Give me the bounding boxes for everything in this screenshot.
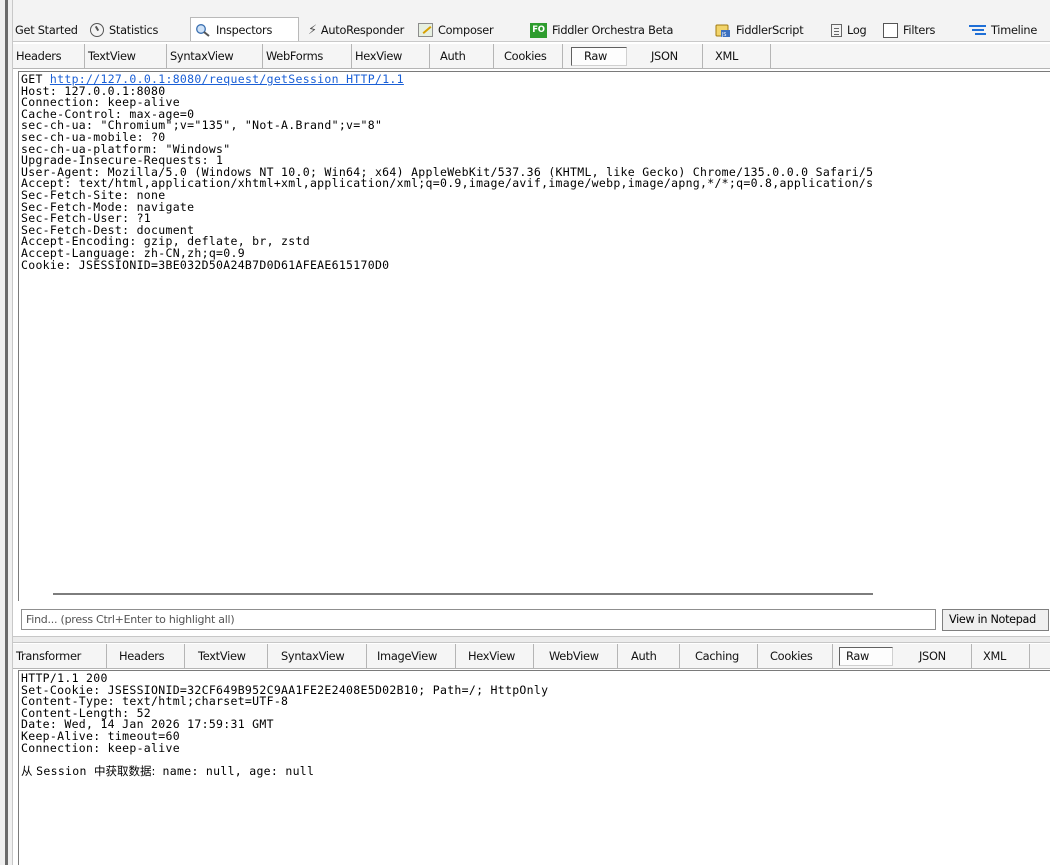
script-js-icon: JS xyxy=(715,24,730,38)
response-tab-caching[interactable]: Caching xyxy=(680,644,758,668)
tab-label: Fiddler Orchestra Beta xyxy=(552,24,674,37)
request-tab-headers[interactable]: Headers xyxy=(13,44,85,68)
request-tab-strip: Headers TextView SyntaxView WebForms Hex… xyxy=(13,44,1050,69)
tab-label: Timeline xyxy=(991,24,1038,37)
left-splitter-edge[interactable] xyxy=(0,0,13,865)
response-tab-syntaxview[interactable]: SyntaxView xyxy=(268,644,367,668)
request-tab-raw[interactable]: Raw xyxy=(573,44,635,68)
tab-autoresponder[interactable]: ⚡ AutoResponder xyxy=(308,19,405,41)
response-tab-hexview[interactable]: HexView xyxy=(456,644,534,668)
composer-pen-icon xyxy=(418,23,433,37)
request-tab-hexview[interactable]: HexView xyxy=(352,44,430,68)
response-raw-text: HTTP/1.1 200 Set-Cookie: JSESSIONID=32CF… xyxy=(19,671,1050,777)
stopwatch-icon xyxy=(90,23,104,37)
request-raw-text: GET http://127.0.0.1:8080/request/getSes… xyxy=(19,72,1050,271)
view-in-notepad-button[interactable]: View in Notepad xyxy=(942,609,1049,631)
find-input[interactable]: Find... (press Ctrl+Enter to highlight a… xyxy=(21,609,936,630)
inspector-icon xyxy=(196,24,210,37)
request-tab-textview[interactable]: TextView xyxy=(85,44,167,68)
response-tab-cookies[interactable]: Cookies xyxy=(758,644,833,668)
tab-fiddler-orchestra[interactable]: FO Fiddler Orchestra Beta xyxy=(530,19,674,41)
response-tab-textview[interactable]: TextView xyxy=(185,644,268,668)
response-tab-xml[interactable]: XML xyxy=(972,644,1030,668)
response-tab-webview[interactable]: WebView xyxy=(534,644,618,668)
response-body-cjk: 从 xyxy=(21,763,37,778)
request-raw-textarea[interactable]: GET http://127.0.0.1:8080/request/getSes… xyxy=(18,71,1050,601)
tab-label: AutoResponder xyxy=(320,24,405,37)
request-tab-xml[interactable]: XML xyxy=(703,44,771,68)
tab-get-started[interactable]: Get Started xyxy=(15,19,78,41)
response-tab-imageview[interactable]: ImageView xyxy=(367,644,456,668)
log-icon xyxy=(831,23,842,37)
response-tab-strip: Transformer Headers TextView SyntaxView … xyxy=(13,644,1050,669)
lightning-icon: ⚡ xyxy=(308,23,317,38)
request-tab-auth[interactable]: Auth xyxy=(430,44,494,68)
tab-label: FiddlerScript xyxy=(736,24,804,37)
request-tab-json[interactable]: JSON xyxy=(635,44,703,68)
tab-label: Log xyxy=(847,24,867,37)
tab-fiddlerscript[interactable]: JS FiddlerScript xyxy=(715,19,804,41)
splitter-bar xyxy=(5,0,8,865)
tab-label: Statistics xyxy=(109,24,159,37)
horizontal-scrollbar[interactable] xyxy=(53,593,873,595)
top-tab-strip: Get Started Statistics Inspectors ⚡ AutoR… xyxy=(13,0,1050,42)
tab-log[interactable]: Log xyxy=(831,19,867,41)
inspector-panel: Get Started Statistics Inspectors ⚡ AutoR… xyxy=(13,0,1050,865)
response-tab-auth[interactable]: Auth xyxy=(618,644,680,668)
response-line: Connection: keep-alive xyxy=(21,740,180,755)
tab-label: Get Started xyxy=(15,24,78,37)
fo-badge-icon: FO xyxy=(530,22,547,38)
response-body-cjk: 中获取数据: xyxy=(93,763,156,778)
horizontal-splitter[interactable] xyxy=(13,636,1050,643)
response-tab-json[interactable]: JSON xyxy=(905,644,972,668)
header-line: Cookie: JSESSIONID=3BE032D50A24B7D0D61AF… xyxy=(21,257,390,272)
request-tab-webforms[interactable]: WebForms xyxy=(263,44,352,68)
tab-label: Inspectors xyxy=(216,24,273,37)
response-body-text: Session xyxy=(36,763,94,778)
response-tab-transformer[interactable]: Transformer xyxy=(13,644,107,668)
tab-timeline[interactable]: Timeline xyxy=(969,19,1038,41)
tab-statistics[interactable]: Statistics xyxy=(90,19,159,41)
tab-inspectors[interactable]: Inspectors xyxy=(190,17,299,41)
request-tab-syntaxview[interactable]: SyntaxView xyxy=(167,44,263,68)
response-raw-textarea[interactable]: HTTP/1.1 200 Set-Cookie: JSESSIONID=32CF… xyxy=(18,670,1050,865)
tab-filters[interactable]: Filters xyxy=(883,19,936,41)
request-tab-cookies[interactable]: Cookies xyxy=(494,44,563,68)
request-protocol: HTTP/1.1 xyxy=(338,72,404,86)
timeline-icon xyxy=(969,23,986,37)
response-tab-headers[interactable]: Headers xyxy=(107,644,185,668)
tab-label: Filters xyxy=(903,24,936,37)
checkbox-icon xyxy=(883,22,898,38)
response-body-text: name: null, age: null xyxy=(155,763,315,778)
tab-label: Composer xyxy=(438,24,494,37)
svg-text:JS: JS xyxy=(721,32,726,38)
response-tab-raw[interactable]: Raw xyxy=(839,644,905,668)
tab-composer[interactable]: Composer xyxy=(418,19,494,41)
